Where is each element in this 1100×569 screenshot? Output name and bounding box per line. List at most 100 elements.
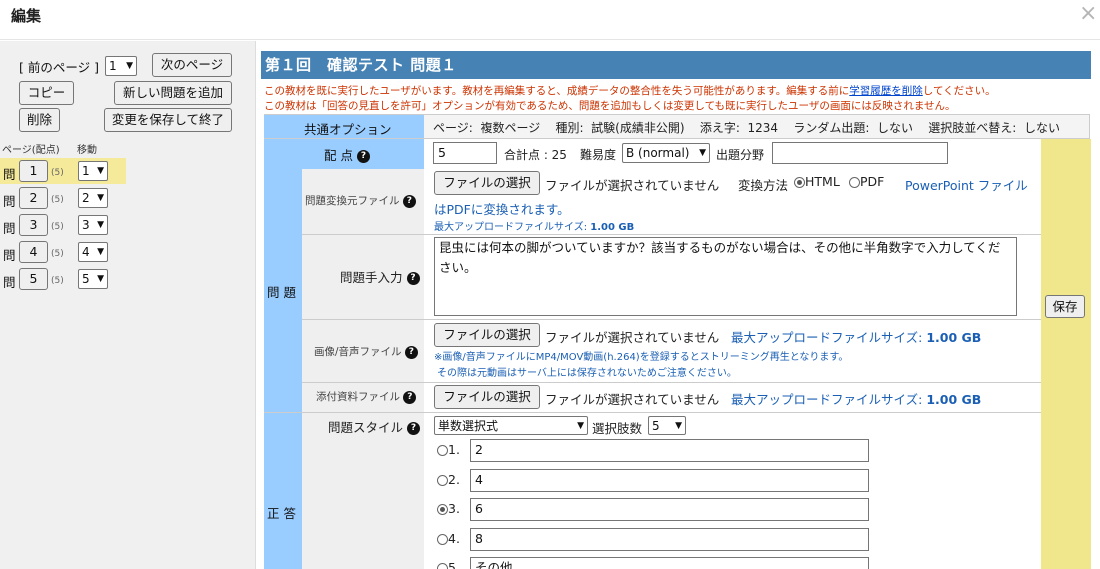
answer-option-input[interactable]: 2: [470, 439, 869, 462]
answer-option-input[interactable]: 6: [470, 498, 869, 521]
question-style-select[interactable]: 単数選択式 ▼: [434, 416, 588, 435]
question-style-label: 問題スタイル ?: [328, 417, 420, 436]
chevron-down-icon: ▼: [97, 166, 104, 176]
answer-option-input[interactable]: その他: [470, 557, 869, 569]
chevron-down-icon: ▼: [126, 61, 133, 71]
question-prefix: 問: [3, 248, 16, 263]
add-question-button[interactable]: 新しい問題を追加: [114, 81, 232, 105]
chevron-down-icon: ▼: [97, 220, 104, 230]
move-select[interactable]: 5 ▼: [78, 269, 108, 289]
warning-history: この教材を既に実行したユーザがいます。教材を再編集すると、成績データの整合性を失…: [264, 83, 996, 98]
question-number-button[interactable]: 1: [19, 160, 48, 182]
answer-option-radio[interactable]: 3.: [437, 501, 460, 516]
help-icon[interactable]: ?: [407, 422, 420, 435]
move-select[interactable]: 4 ▼: [78, 242, 108, 262]
prev-page-link[interactable]: [ 前のページ ]: [19, 57, 99, 76]
field-input[interactable]: [772, 142, 948, 164]
answer-label: 正 答: [267, 506, 296, 521]
convert-note-b: はPDFに変換されます。: [434, 202, 570, 217]
answer-option-radio[interactable]: 4.: [437, 531, 460, 546]
answer-option-number: 3.: [448, 501, 460, 516]
page-select-value: 1: [109, 59, 117, 73]
choice-count-label: 選択肢数: [592, 421, 643, 436]
question-row: 問 5 (5) 5 ▼: [0, 266, 126, 292]
media-file-button[interactable]: ファイルの選択: [434, 323, 540, 347]
choice-count-select[interactable]: 5 ▼: [648, 416, 686, 435]
move-select[interactable]: 3 ▼: [78, 215, 108, 235]
radio-icon: [437, 445, 448, 456]
media-note2: その際は元動画はサーバ上には保存されないためご注意ください。: [437, 368, 737, 379]
move-select[interactable]: 1 ▼: [78, 161, 108, 181]
question-prefix: 問: [3, 194, 16, 209]
answer-option-radio[interactable]: 2.: [437, 472, 460, 487]
copy-button[interactable]: コピー: [19, 81, 74, 105]
question-row: 問 1 (5) 1 ▼: [0, 158, 126, 184]
answer-option-number: 1.: [448, 442, 460, 457]
convert-file-label-text: 問題変換元ファイル: [305, 195, 400, 207]
attach-file-button[interactable]: ファイルの選択: [434, 385, 540, 409]
media-file-label-text: 画像/音声ファイル: [314, 346, 402, 358]
media-note1: ※画像/音声ファイルにMP4/MOV動画(h.264)を登録するとストリーミング…: [434, 352, 849, 363]
move-select-value: 5: [82, 272, 90, 286]
question-number-button[interactable]: 5: [19, 268, 48, 290]
answer-option-input[interactable]: 8: [470, 527, 869, 551]
suffix-value: 1234: [747, 121, 779, 135]
divider: [302, 382, 1041, 383]
answer-option-number: 2.: [448, 471, 460, 487]
question-number-button[interactable]: 3: [19, 214, 48, 236]
shuffle-label: 選択肢並べ替え:: [928, 121, 1017, 135]
chevron-down-icon: ▼: [97, 274, 104, 284]
help-icon[interactable]: ?: [356, 150, 370, 163]
save-exit-button[interactable]: 変更を保存して終了: [104, 108, 232, 132]
points-input[interactable]: 5: [433, 142, 497, 164]
page-mode-value: 複数ページ: [480, 121, 541, 135]
chevron-down-icon: ▼: [577, 421, 584, 431]
radio-icon: [437, 563, 448, 569]
difficulty-select[interactable]: B (normal) ▼: [622, 143, 710, 163]
type-label: 種別:: [555, 121, 584, 135]
manual-input-label: 問題手入力 ?: [340, 267, 420, 286]
choice-count-value: 5: [652, 419, 660, 433]
help-icon[interactable]: ?: [406, 272, 420, 285]
suffix-label: 添え字:: [699, 121, 740, 135]
next-page-button[interactable]: 次のページ: [152, 53, 232, 77]
attach-file-status: ファイルが選択されていません: [545, 392, 720, 407]
manual-input-label-text: 問題手入力: [340, 270, 403, 285]
question-number-button[interactable]: 4: [19, 241, 48, 263]
pdf-radio[interactable]: PDF: [849, 174, 884, 189]
radio-icon: [437, 504, 448, 515]
question-number-button[interactable]: 2: [19, 187, 48, 209]
random-value: しない: [877, 121, 914, 135]
question-style-value: 単数選択式: [438, 419, 499, 433]
media-max-value: 1.00 GB: [926, 330, 982, 345]
field-label: 出題分野: [716, 148, 765, 162]
question-row: 問 3 (5) 3 ▼: [0, 212, 126, 238]
answer-option-radio[interactable]: 1.: [437, 442, 460, 457]
divider: [264, 412, 1041, 413]
html-radio[interactable]: HTML: [794, 174, 840, 189]
help-icon[interactable]: ?: [402, 194, 416, 208]
answer-option-radio[interactable]: 5.: [437, 560, 460, 569]
move-select[interactable]: 2 ▼: [78, 188, 108, 208]
help-icon[interactable]: ?: [404, 345, 418, 359]
save-button[interactable]: 保存: [1045, 295, 1085, 318]
convert-method-label: 変換方法: [738, 178, 789, 193]
page-select[interactable]: 1 ▼: [105, 56, 137, 76]
question-row: 問 2 (5) 2 ▼: [0, 185, 126, 211]
question-style-label-text: 問題スタイル: [328, 420, 404, 435]
attach-max-label: 最大アップロードファイルサイズ:: [731, 392, 923, 407]
media-max-label: 最大アップロードファイルサイズ:: [731, 330, 923, 345]
question-textarea[interactable]: 昆虫には何本の脚がついていますか？該当するものがない場合は、その他に半角数字で入…: [434, 237, 1017, 316]
col-move-header: 移動: [77, 145, 97, 156]
convert-file-button[interactable]: ファイルの選択: [434, 171, 540, 195]
answer-option-input[interactable]: 4: [470, 468, 869, 492]
delete-history-link[interactable]: 学習履歴を削除: [849, 85, 923, 97]
close-icon[interactable]: ×: [1079, 1, 1097, 26]
help-icon[interactable]: ?: [403, 390, 417, 404]
convert-file-label: 問題変換元ファイル ?: [305, 193, 416, 208]
editor-main: 第１回 確認テスト 問題１ この教材を既に実行したユーザがいます。教材を再編集す…: [258, 41, 1100, 569]
answer-option-number: 4.: [448, 530, 460, 546]
delete-button[interactable]: 削除: [19, 108, 60, 132]
question-prefix: 問: [3, 167, 16, 182]
radio-icon: [437, 533, 448, 545]
